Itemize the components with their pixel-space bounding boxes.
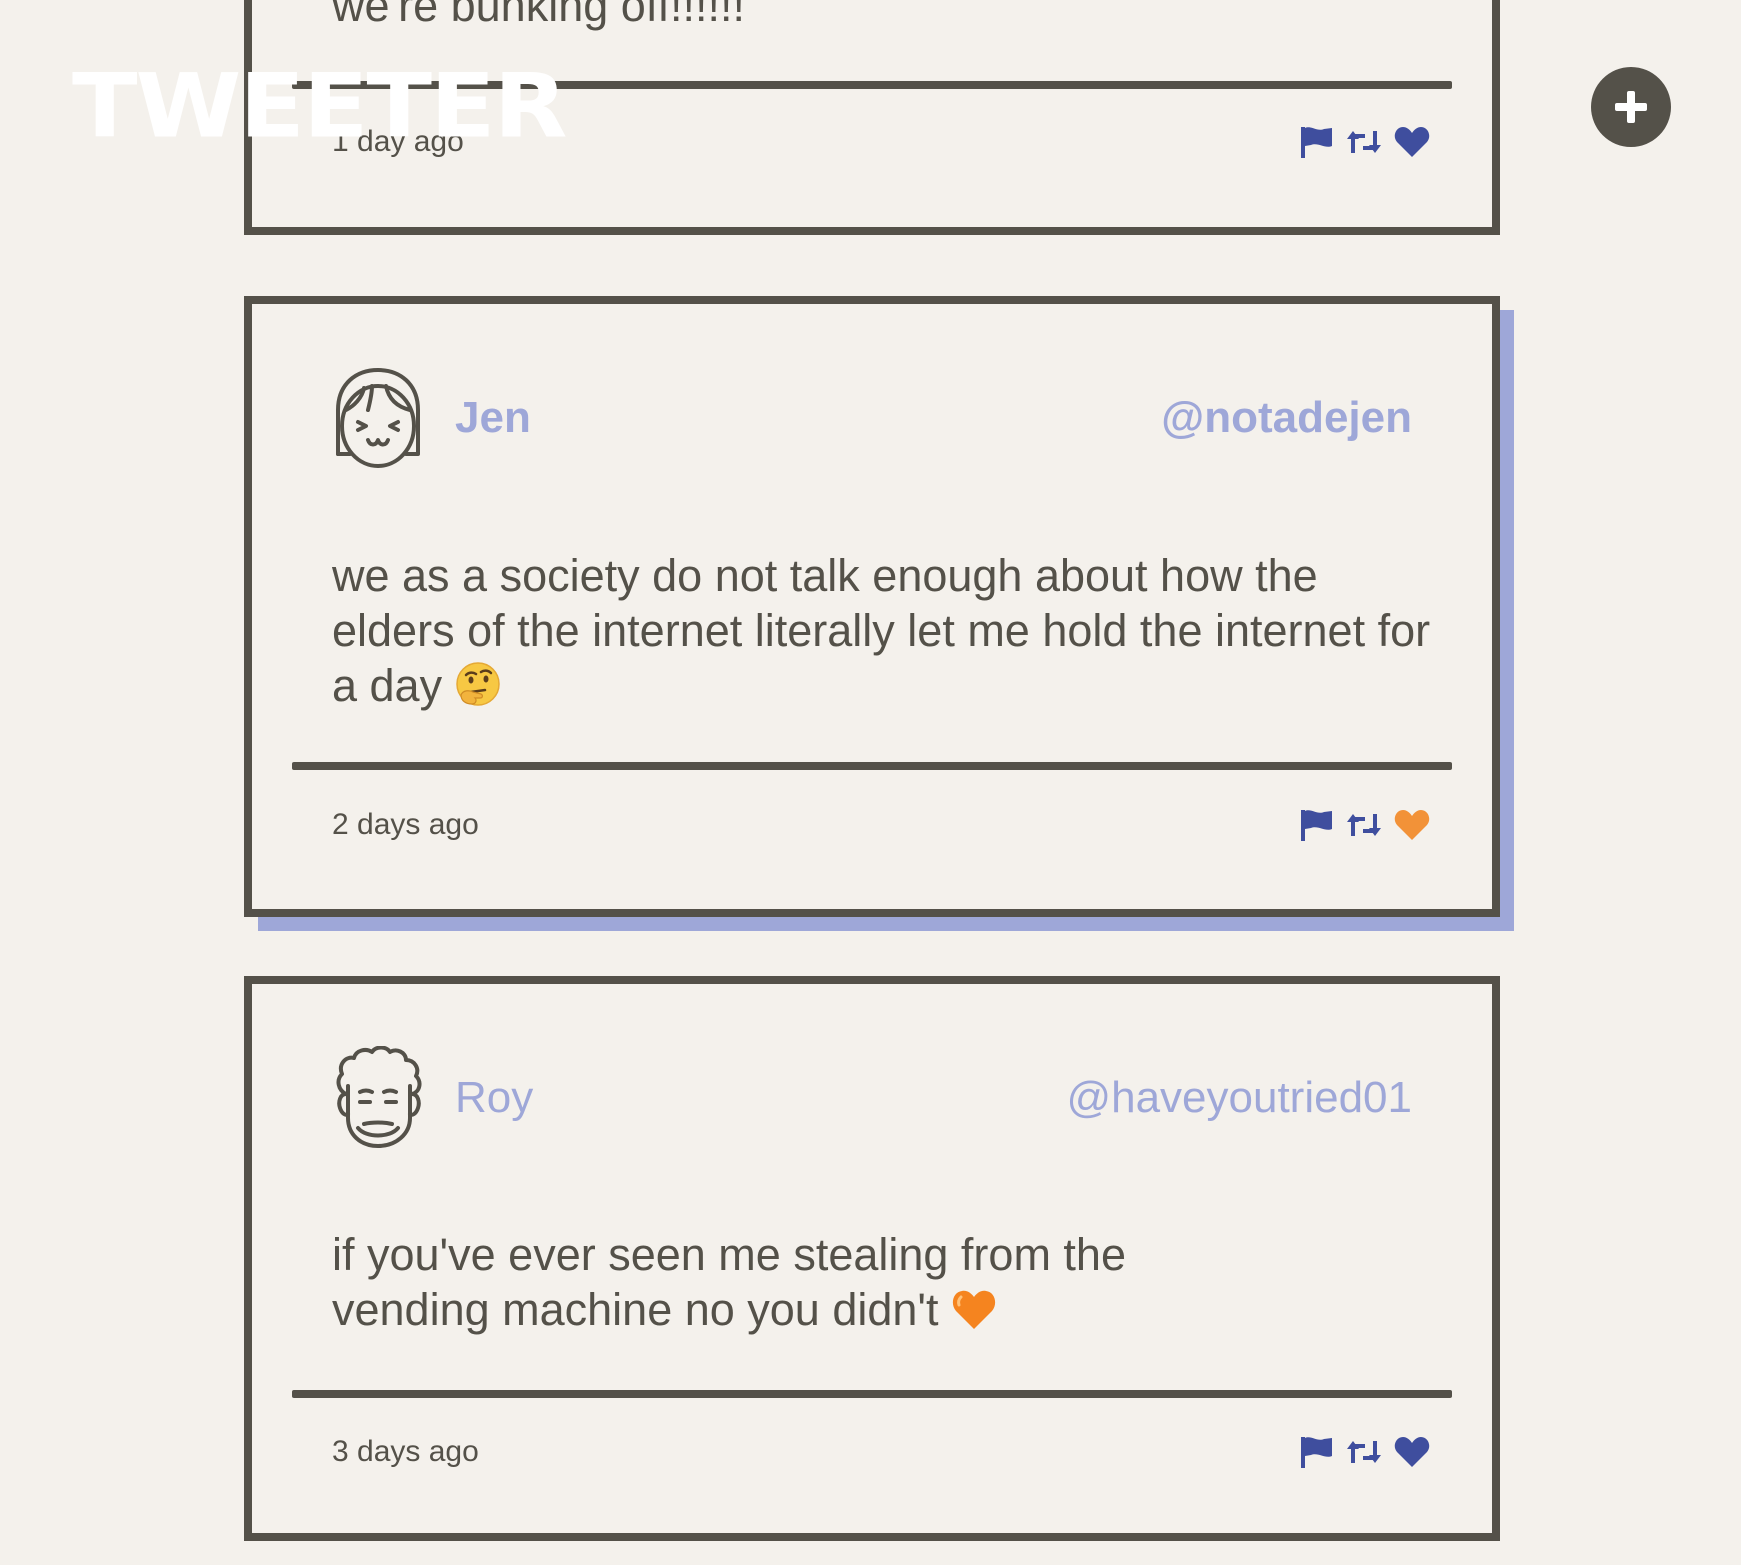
heart-icon — [1394, 1437, 1430, 1467]
tweet-footer: 3 days ago — [332, 1428, 1432, 1476]
retweet-icon — [1347, 1441, 1381, 1463]
tweet-timestamp: 2 days ago — [332, 808, 479, 841]
tweet-timestamp: 3 days ago — [332, 1435, 479, 1468]
retweet-button[interactable] — [1344, 805, 1384, 845]
curly-hair-avatar-icon[interactable] — [332, 1046, 424, 1150]
tweet-footer: 2 days ago — [332, 801, 1432, 849]
thinking-face-emoji — [455, 662, 500, 706]
like-button[interactable] — [1392, 122, 1432, 162]
like-button[interactable] — [1392, 1432, 1432, 1472]
tweet-card: Jen @notadejen we as a society do not ta… — [244, 296, 1500, 917]
flag-icon — [1301, 810, 1332, 841]
orange-heart-emoji — [952, 1290, 996, 1329]
app-logo: TWEETER — [72, 54, 568, 158]
tweet-card: Roy @haveyoutried01 if you've ever seen … — [244, 976, 1500, 1541]
tweet-author-name[interactable]: Roy — [455, 1070, 533, 1126]
flag-icon — [1301, 127, 1332, 158]
tweet-author-handle[interactable]: @haveyoutried01 — [1066, 1070, 1412, 1126]
flag-button[interactable] — [1296, 1432, 1336, 1472]
retweet-button[interactable] — [1344, 122, 1384, 162]
tweet-divider — [292, 762, 1452, 770]
tweet-body: we as a society do not talk enough about… — [332, 548, 1432, 713]
like-button[interactable] — [1392, 805, 1432, 845]
tweet-actions — [1288, 801, 1432, 849]
tweet-divider — [292, 1390, 1452, 1398]
compose-tweet-button[interactable] — [1591, 67, 1671, 147]
tweet-body: we're bunking off!!!!!! — [332, 0, 745, 31]
heart-icon — [1394, 127, 1430, 157]
plus-icon — [1615, 91, 1647, 123]
tweet-author-handle[interactable]: @notadejen — [1161, 390, 1412, 446]
tweet-header: Roy @haveyoutried01 — [332, 1046, 1412, 1150]
retweet-icon — [1347, 814, 1381, 836]
retweet-button[interactable] — [1344, 1432, 1384, 1472]
tweet-text: if you've ever seen me stealing from the… — [332, 1229, 1126, 1335]
flag-button[interactable] — [1296, 805, 1336, 845]
heart-icon — [1394, 810, 1430, 840]
tweet-header: Jen @notadejen — [332, 366, 1412, 470]
tweet-actions — [1288, 118, 1432, 166]
girl-avatar-icon[interactable] — [332, 366, 424, 470]
retweet-icon — [1347, 131, 1381, 153]
tweet-body: if you've ever seen me stealing from the… — [332, 1227, 1292, 1337]
tweet-author-name[interactable]: Jen — [455, 390, 531, 446]
tweet-actions — [1288, 1428, 1432, 1476]
flag-button[interactable] — [1296, 122, 1336, 162]
flag-icon — [1301, 1437, 1332, 1468]
